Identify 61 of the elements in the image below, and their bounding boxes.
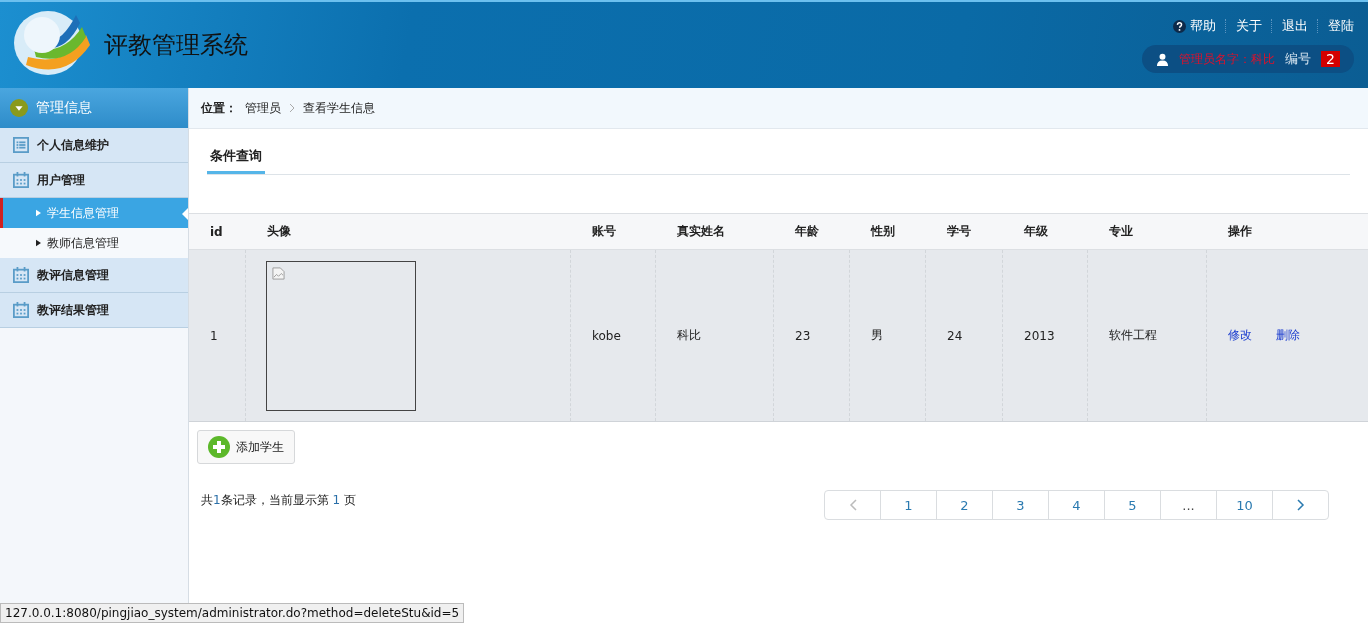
table-cell: 男 — [850, 250, 926, 421]
record-summary: 共1条记录，当前显示第 1 页 — [201, 492, 356, 509]
column-header: 学号 — [946, 223, 972, 240]
action-link[interactable]: 修改 — [1228, 327, 1252, 344]
chevron-left-icon — [848, 499, 857, 511]
help-icon — [1173, 19, 1186, 33]
page-link[interactable]: 4 — [1048, 491, 1104, 519]
chevron-right-icon — [1296, 499, 1305, 511]
user-name: 管理员名字：科比 — [1179, 50, 1276, 68]
page-link[interactable]: 5 — [1104, 491, 1160, 519]
column-header: 操作 — [1227, 223, 1253, 240]
action-link[interactable]: 删除 — [1276, 327, 1300, 344]
page-link[interactable]: 1 — [880, 491, 936, 519]
page-link[interactable]: 2 — [936, 491, 992, 519]
page-link[interactable]: 3 — [992, 491, 1048, 519]
menu-item[interactable]: 教评结果管理 — [0, 293, 188, 328]
calendar-icon — [13, 302, 29, 318]
list-icon — [13, 137, 29, 153]
chevron-icon — [289, 103, 295, 113]
table-cell: 软件工程 — [1088, 250, 1207, 421]
breadcrumb-link[interactable]: 查看学生信息 — [303, 99, 375, 117]
table-cell: 2013 — [1003, 250, 1088, 421]
column-header: 头像 — [266, 223, 292, 240]
calendar-icon — [13, 172, 29, 188]
table-cell: 24 — [926, 250, 1003, 421]
triangle-icon — [36, 209, 41, 217]
table-cell: 1 — [189, 250, 246, 421]
table-cell: 科比 — [656, 250, 774, 421]
header-link[interactable]: 帮助 — [1190, 17, 1216, 35]
table-cell: kobe — [571, 250, 656, 421]
column-header: 专业 — [1108, 223, 1134, 240]
header-link[interactable]: 退出 — [1282, 17, 1308, 35]
header-link[interactable]: 登陆 — [1328, 17, 1354, 35]
add-student-button[interactable]: 添加学生 — [197, 430, 295, 464]
header-link[interactable]: 关于 — [1236, 17, 1262, 35]
column-header: 性别 — [869, 223, 896, 240]
column-header: id — [209, 224, 224, 239]
id-badge: 2 — [1321, 51, 1340, 67]
column-header: 账号 — [591, 223, 617, 240]
broken-image-icon — [272, 266, 285, 280]
page-link[interactable]: 10 — [1216, 491, 1272, 519]
menu-item[interactable]: 教评信息管理 — [0, 258, 188, 293]
menu-item[interactable]: 个人信息维护 — [0, 128, 188, 163]
status-url: 127.0.0.1:8080/pingjiao_system/administrator.do?method=deleteStu&id=5 — [0, 603, 465, 623]
page-link[interactable]: ... — [1160, 491, 1216, 519]
column-header: 年龄 — [794, 223, 820, 240]
table-cell: 23 — [774, 250, 850, 421]
column-header: 年级 — [1023, 223, 1049, 240]
calendar-icon — [13, 267, 29, 283]
id-label: 编号 — [1285, 50, 1312, 68]
triangle-icon — [36, 239, 41, 247]
menu-item[interactable]: 用户管理 — [0, 163, 188, 198]
user-icon — [1156, 52, 1170, 66]
column-header: 真实姓名 — [676, 223, 726, 240]
tab[interactable]: 条件查询 — [207, 147, 265, 174]
breadcrumb-link[interactable]: 管理员 — [245, 99, 281, 117]
breadcrumb-label: 位置： — [201, 99, 237, 117]
caret-circle-icon — [10, 99, 28, 117]
plus-icon — [208, 436, 230, 458]
app-title: 评教管理系统 — [104, 30, 248, 61]
sidebar-title: 管理信息 — [36, 99, 92, 117]
